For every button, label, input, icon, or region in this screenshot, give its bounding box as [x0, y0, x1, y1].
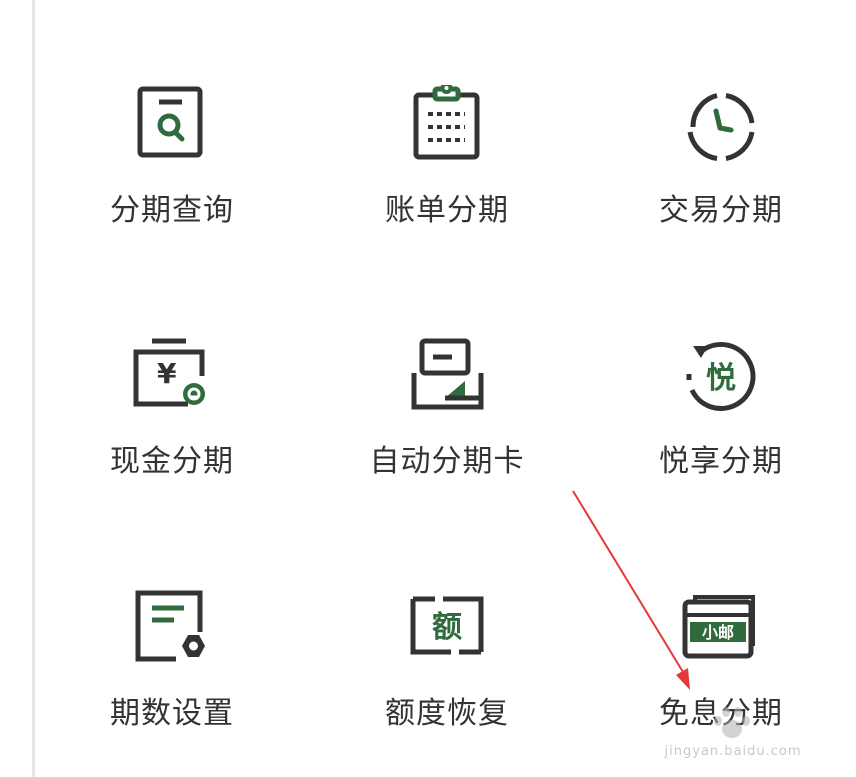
menu-item-label: 自动分期卡 — [369, 444, 525, 479]
menu-item-label: 现金分期 — [110, 444, 234, 479]
yen-card-icon: ¥ — [130, 336, 214, 420]
yue-glyph: 悦 — [706, 361, 736, 396]
menu-item-limit-recovery[interactable]: 额 额度恢复 — [327, 588, 567, 777]
menu-item-label: 期数设置 — [110, 696, 234, 731]
menu-item-transaction-installment[interactable]: 交易分期 — [601, 85, 841, 285]
menu-item-bill-installment[interactable]: 账单分期 — [327, 85, 567, 285]
limit-glyph: 额 — [432, 610, 462, 645]
auto-card-icon — [405, 336, 489, 420]
menu-item-interest-free-installment[interactable]: 小邮 免息分期 — [601, 588, 841, 777]
document-search-icon — [130, 85, 214, 169]
menu-item-label: 账单分期 — [385, 193, 509, 228]
menu-item-label: 交易分期 — [659, 193, 783, 228]
installment-menu-grid: 分期查询 账单分期 交易分期 ¥ 现金分期 自动分期卡 悦 悦享分期 期数设置 … — [35, 0, 856, 777]
limit-frame-icon: 额 — [405, 588, 489, 672]
xiaoyou-glyph: 小邮 — [702, 623, 734, 642]
menu-item-installment-query[interactable]: 分期查询 — [52, 85, 292, 285]
svg-text:¥: ¥ — [157, 357, 177, 390]
menu-item-label: 分期查询 — [110, 193, 234, 228]
yue-circle-icon: 悦 — [679, 336, 763, 420]
clock-icon — [679, 85, 763, 169]
document-gear-icon — [130, 588, 214, 672]
menu-item-auto-installment-card[interactable]: 自动分期卡 — [327, 336, 567, 536]
menu-item-period-settings[interactable]: 期数设置 — [52, 588, 292, 777]
menu-item-label: 免息分期 — [659, 696, 783, 731]
menu-item-cash-installment[interactable]: ¥ 现金分期 — [52, 336, 292, 536]
menu-item-yuexiang-installment[interactable]: 悦 悦享分期 — [601, 336, 841, 536]
installment-menu-page: 分期查询 账单分期 交易分期 ¥ 现金分期 自动分期卡 悦 悦享分期 期数设置 … — [0, 0, 856, 777]
xiaoyou-card-icon: 小邮 — [679, 588, 763, 672]
menu-item-label: 额度恢复 — [385, 696, 509, 731]
clipboard-icon — [405, 85, 489, 169]
menu-item-label: 悦享分期 — [659, 444, 783, 479]
